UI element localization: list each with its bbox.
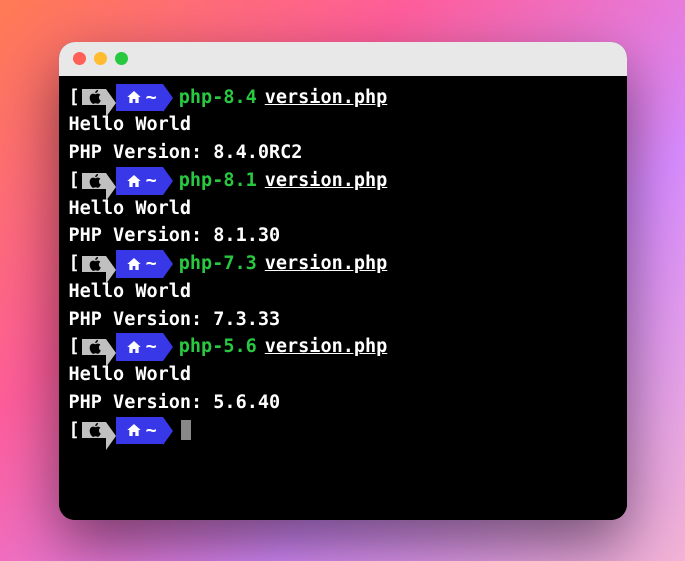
apple-segment xyxy=(82,339,106,355)
tilde: ~ xyxy=(146,84,157,112)
tilde: ~ xyxy=(146,417,157,445)
apple-segment xyxy=(82,422,106,438)
apple-icon xyxy=(88,339,104,355)
output-line: Hello World xyxy=(69,111,617,139)
tilde: ~ xyxy=(146,167,157,195)
argument-text: version.php xyxy=(265,84,388,112)
output-line: PHP Version: 5.6.40 xyxy=(69,389,617,417)
prompt-line: [ ~ php-8.1 version.php xyxy=(69,167,617,195)
bracket-open: [ xyxy=(69,417,80,445)
apple-segment xyxy=(82,256,106,272)
terminal-window: [ ~ php-8.4 version.php Hello World PHP … xyxy=(59,42,627,520)
home-segment: ~ xyxy=(116,167,163,195)
command-text: php-8.1 xyxy=(179,167,257,195)
output-line: Hello World xyxy=(69,278,617,306)
close-icon[interactable] xyxy=(73,52,86,65)
home-icon xyxy=(126,256,142,272)
output-line: PHP Version: 7.3.33 xyxy=(69,306,617,334)
output-line: PHP Version: 8.1.30 xyxy=(69,222,617,250)
command-text: php-7.3 xyxy=(179,250,257,278)
titlebar xyxy=(59,42,627,76)
apple-icon xyxy=(88,89,104,105)
output-line: PHP Version: 8.4.0RC2 xyxy=(69,139,617,167)
argument-text: version.php xyxy=(265,333,388,361)
tilde: ~ xyxy=(146,250,157,278)
bracket-open: [ xyxy=(69,250,80,278)
prompt-line: [ ~ php-5.6 version.php xyxy=(69,333,617,361)
prompt-line: [ ~ php-8.4 version.php xyxy=(69,84,617,112)
home-icon xyxy=(126,89,142,105)
terminal-body[interactable]: [ ~ php-8.4 version.php Hello World PHP … xyxy=(59,76,627,520)
output-line: Hello World xyxy=(69,195,617,223)
bracket-open: [ xyxy=(69,84,80,112)
command-text: php-5.6 xyxy=(179,333,257,361)
apple-icon xyxy=(88,422,104,438)
output-line: Hello World xyxy=(69,361,617,389)
argument-text: version.php xyxy=(265,250,388,278)
home-segment: ~ xyxy=(116,333,163,361)
apple-icon xyxy=(88,256,104,272)
home-segment: ~ xyxy=(116,250,163,278)
prompt-line: [ ~ php-7.3 version.php xyxy=(69,250,617,278)
home-segment: ~ xyxy=(116,417,163,445)
home-icon xyxy=(126,173,142,189)
apple-icon xyxy=(88,173,104,189)
tilde: ~ xyxy=(146,333,157,361)
apple-segment xyxy=(82,89,106,105)
maximize-icon[interactable] xyxy=(115,52,128,65)
home-icon xyxy=(126,422,142,438)
command-text: php-8.4 xyxy=(179,84,257,112)
bracket-open: [ xyxy=(69,167,80,195)
prompt-line: [ ~ xyxy=(69,417,617,445)
bracket-open: [ xyxy=(69,333,80,361)
home-icon xyxy=(126,339,142,355)
apple-segment xyxy=(82,173,106,189)
home-segment: ~ xyxy=(116,84,163,112)
argument-text: version.php xyxy=(265,167,388,195)
minimize-icon[interactable] xyxy=(94,52,107,65)
cursor-icon xyxy=(181,420,191,440)
